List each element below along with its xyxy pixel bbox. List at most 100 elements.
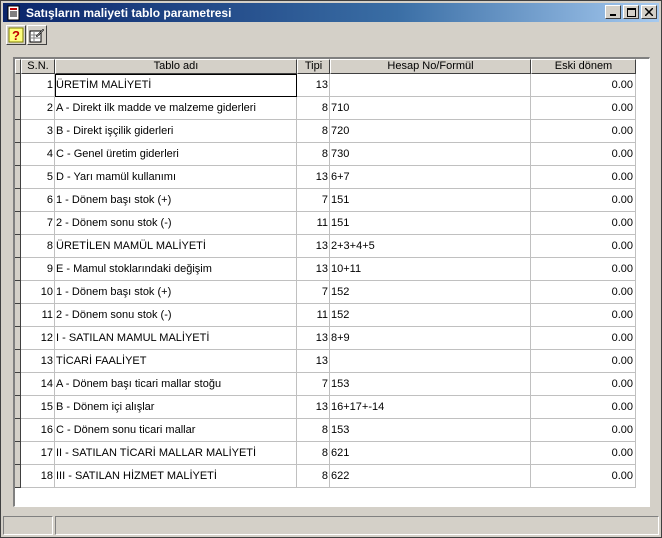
cell-eski-donem[interactable]: 0.00 [531,97,636,120]
cell-eski-donem[interactable]: 0.00 [531,373,636,396]
table-row[interactable]: 14 A - Dönem başı ticari mallar stoğu 7 153… [15,373,636,396]
cell-sn[interactable]: 16 [21,419,55,442]
cell-eski-donem[interactable]: 0.00 [531,465,636,488]
cell-sn[interactable]: 6 [21,189,55,212]
cell-tipi[interactable]: 13 [297,350,330,373]
cell-sn[interactable]: 4 [21,143,55,166]
cell-hesap[interactable]: 153 [330,373,531,396]
cell-eski-donem[interactable]: 0.00 [531,258,636,281]
cell-hesap[interactable]: 6+7 [330,166,531,189]
cell-tipi[interactable]: 7 [297,189,330,212]
cell-tablo-adi[interactable]: A - Direkt ilk madde ve malzeme giderler… [55,97,297,120]
cell-hesap[interactable]: 730 [330,143,531,166]
cell-eski-donem[interactable]: 0.00 [531,235,636,258]
column-header-sn[interactable]: S.N. [21,59,55,74]
cell-sn[interactable]: 13 [21,350,55,373]
cell-tipi[interactable]: 7 [297,373,330,396]
cell-tablo-adi[interactable]: III - SATILAN HİZMET MALİYETİ [55,465,297,488]
cell-eski-donem[interactable]: 0.00 [531,396,636,419]
cell-tipi[interactable]: 13 [297,258,330,281]
cell-sn[interactable]: 2 [21,97,55,120]
table-row[interactable]: 10 1 - Dönem başı stok (+) 7 152 0.00 [15,281,636,304]
cell-tipi[interactable]: 13 [297,235,330,258]
cell-tablo-adi[interactable]: ÜRETİM MALİYETİ [55,74,297,97]
help-button[interactable]: ? [6,25,26,45]
cell-hesap[interactable]: 151 [330,212,531,235]
cell-tablo-adi[interactable]: I - SATILAN MAMUL MALİYETİ [55,327,297,350]
table-row[interactable]: 13 TİCARİ FAALİYET 13 0.00 [15,350,636,373]
cell-tipi[interactable]: 8 [297,120,330,143]
table-row[interactable]: 2A - Direkt ilk madde ve malzeme giderle… [15,97,636,120]
cell-tipi[interactable]: 13 [297,396,330,419]
cell-tipi[interactable]: 8 [297,97,330,120]
cell-eski-donem[interactable]: 0.00 [531,304,636,327]
cell-sn[interactable]: 10 [21,281,55,304]
cell-sn[interactable]: 11 [21,304,55,327]
cell-eski-donem[interactable]: 0.00 [531,143,636,166]
cell-tablo-adi[interactable]: B - Direkt işçilik giderleri [55,120,297,143]
cell-sn[interactable]: 1 [21,74,55,97]
cell-tipi[interactable]: 13 [297,327,330,350]
cell-sn[interactable]: 9 [21,258,55,281]
cell-tablo-adi[interactable]: A - Dönem başı ticari mallar stoğu [55,373,297,396]
cell-tablo-adi[interactable]: C - Genel üretim giderleri [55,143,297,166]
cell-hesap[interactable]: 152 [330,304,531,327]
cell-hesap[interactable]: 10+11 [330,258,531,281]
cell-sn[interactable]: 17 [21,442,55,465]
cell-hesap[interactable]: 152 [330,281,531,304]
edit-grid-button[interactable] [27,25,47,45]
table-row[interactable]: 17 II - SATILAN TİCARİ MALLAR MALİYETİ 8 62… [15,442,636,465]
cell-tipi[interactable]: 11 [297,304,330,327]
column-header-tipi[interactable]: Tipi [297,59,330,74]
table-row[interactable]: 15 B - Dönem içi alışlar 13 16+17+-14 0.00 [15,396,636,419]
cell-sn[interactable]: 12 [21,327,55,350]
cell-tablo-adi[interactable]: C - Dönem sonu ticari mallar [55,419,297,442]
cell-hesap[interactable] [330,350,531,373]
cell-hesap[interactable] [330,74,531,97]
data-grid[interactable]: S.N. Tablo adı Tipi Hesap No/Formül Eski… [13,57,650,507]
cell-hesap[interactable]: 153 [330,419,531,442]
table-row[interactable]: 1 ÜRETİM MALİYETİ 13 0.00 [15,74,636,97]
cell-eski-donem[interactable]: 0.00 [531,350,636,373]
cell-tablo-adi[interactable]: 2 - Dönem sonu stok (-) [55,304,297,327]
title-bar[interactable]: Satışların maliyeti tablo parametresi [3,3,659,22]
table-row[interactable]: 5D - Yarı mamül kullanımı 13 6+7 0.00 [15,166,636,189]
cell-tipi[interactable]: 8 [297,442,330,465]
cell-eski-donem[interactable]: 0.00 [531,74,636,97]
maximize-button[interactable] [623,5,639,19]
table-row[interactable]: 12 I - SATILAN MAMUL MALİYETİ 13 8+9 0.00 [15,327,636,350]
cell-hesap[interactable]: 2+3+4+5 [330,235,531,258]
cell-eski-donem[interactable]: 0.00 [531,120,636,143]
cell-eski-donem[interactable]: 0.00 [531,212,636,235]
cell-hesap[interactable]: 720 [330,120,531,143]
cell-tipi[interactable]: 8 [297,465,330,488]
cell-hesap[interactable]: 710 [330,97,531,120]
cell-tipi[interactable]: 8 [297,143,330,166]
cell-sn[interactable]: 15 [21,396,55,419]
cell-tablo-adi[interactable]: E - Mamul stoklarındaki değişim [55,258,297,281]
cell-hesap[interactable]: 621 [330,442,531,465]
cell-eski-donem[interactable]: 0.00 [531,442,636,465]
column-header-hesap[interactable]: Hesap No/Formül [330,59,531,74]
table-row[interactable]: 61 - Dönem başı stok (+) 7 151 0.00 [15,189,636,212]
cell-sn[interactable]: 18 [21,465,55,488]
cell-eski-donem[interactable]: 0.00 [531,166,636,189]
cell-eski-donem[interactable]: 0.00 [531,281,636,304]
cell-sn[interactable]: 7 [21,212,55,235]
cell-tablo-adi[interactable]: 2 - Dönem sonu stok (-) [55,212,297,235]
table-row[interactable]: 16 C - Dönem sonu ticari mallar 8 153 0.00 [15,419,636,442]
table-row[interactable]: 18 III - SATILAN HİZMET MALİYETİ 8 622 0.00 [15,465,636,488]
column-header-tablo-adi[interactable]: Tablo adı [55,59,297,74]
table-row[interactable]: 4C - Genel üretim giderleri 8 730 0.00 [15,143,636,166]
cell-hesap[interactable]: 16+17+-14 [330,396,531,419]
cell-hesap[interactable]: 622 [330,465,531,488]
table-row[interactable]: 9E - Mamul stoklarındaki değişim 13 10+11 0… [15,258,636,281]
minimize-button[interactable] [605,5,621,19]
cell-tablo-adi[interactable]: ÜRETİLEN MAMÜL MALİYETİ [55,235,297,258]
cell-tablo-adi[interactable]: TİCARİ FAALİYET [55,350,297,373]
cell-sn[interactable]: 8 [21,235,55,258]
cell-sn[interactable]: 3 [21,120,55,143]
cell-tablo-adi[interactable]: D - Yarı mamül kullanımı [55,166,297,189]
column-header-eski-donem[interactable]: Eski dönem [531,59,636,74]
cell-tablo-adi[interactable]: 1 - Dönem başı stok (+) [55,281,297,304]
